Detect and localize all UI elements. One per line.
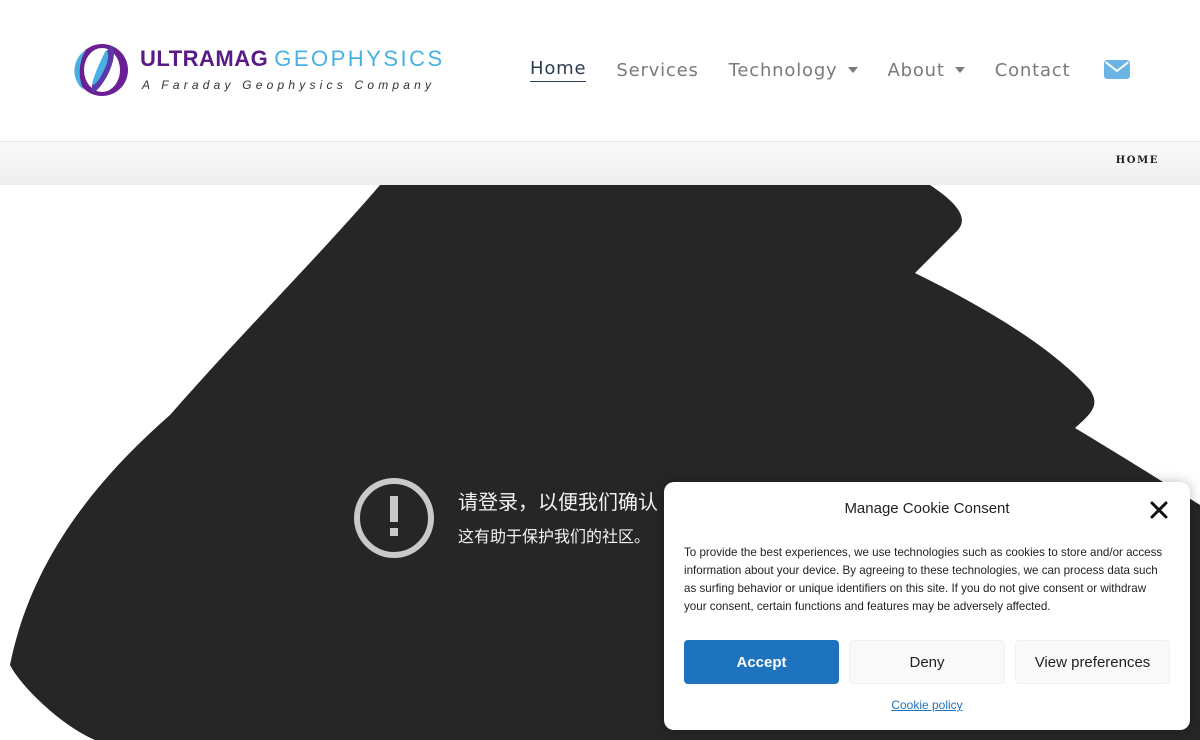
nav-label: Contact [994,59,1071,81]
nav-label: Services [616,59,699,81]
exclamation-circle-icon [354,478,434,558]
logo-tagline: A Faraday Geophysics Company [142,78,436,92]
nav-label: About [887,59,945,81]
cookie-policy-link[interactable]: Cookie policy [664,698,1190,712]
captcha-subtitle: 这有助于保护我们的社区。 [458,527,651,546]
view-preferences-button[interactable]: View preferences [1015,640,1170,684]
cookie-consent-dialog: Manage Cookie Consent To provide the bes… [664,482,1190,730]
logo-mark-icon [74,44,128,96]
nav-item-about[interactable]: About [888,60,965,81]
accept-button[interactable]: Accept [684,640,839,684]
cookie-dialog-title: Manage Cookie Consent [844,500,1010,517]
nav-item-technology[interactable]: Technology [729,60,858,81]
site-header: ULTRAMAG GEOPHYSICS A Faraday Geophysics … [0,0,1200,142]
logo-title: ULTRAMAG GEOPHYSICS [140,46,445,71]
nav-item-services[interactable]: Services [616,60,698,81]
main-nav: Home Services Technology About Contact [530,58,1100,82]
caret-down-icon [847,67,858,73]
deny-button[interactable]: Deny [849,640,1005,684]
nav-item-contact[interactable]: Contact [995,60,1071,81]
envelope-icon[interactable] [1104,60,1130,79]
nav-label: Home [530,58,587,79]
close-icon[interactable] [1148,499,1170,521]
nav-label: Technology [728,59,838,81]
nav-item-home[interactable]: Home [530,58,587,82]
captcha-title: 请登录，以便我们确认 [458,490,658,514]
breadcrumb[interactable]: HOME [1116,155,1159,166]
cookie-dialog-text: To provide the best experiences, we use … [684,546,1163,613]
breadcrumb-bar: HOME [0,142,1200,185]
site-logo[interactable]: ULTRAMAG GEOPHYSICS A Faraday Geophysics … [70,40,442,102]
caret-down-icon [954,67,965,73]
